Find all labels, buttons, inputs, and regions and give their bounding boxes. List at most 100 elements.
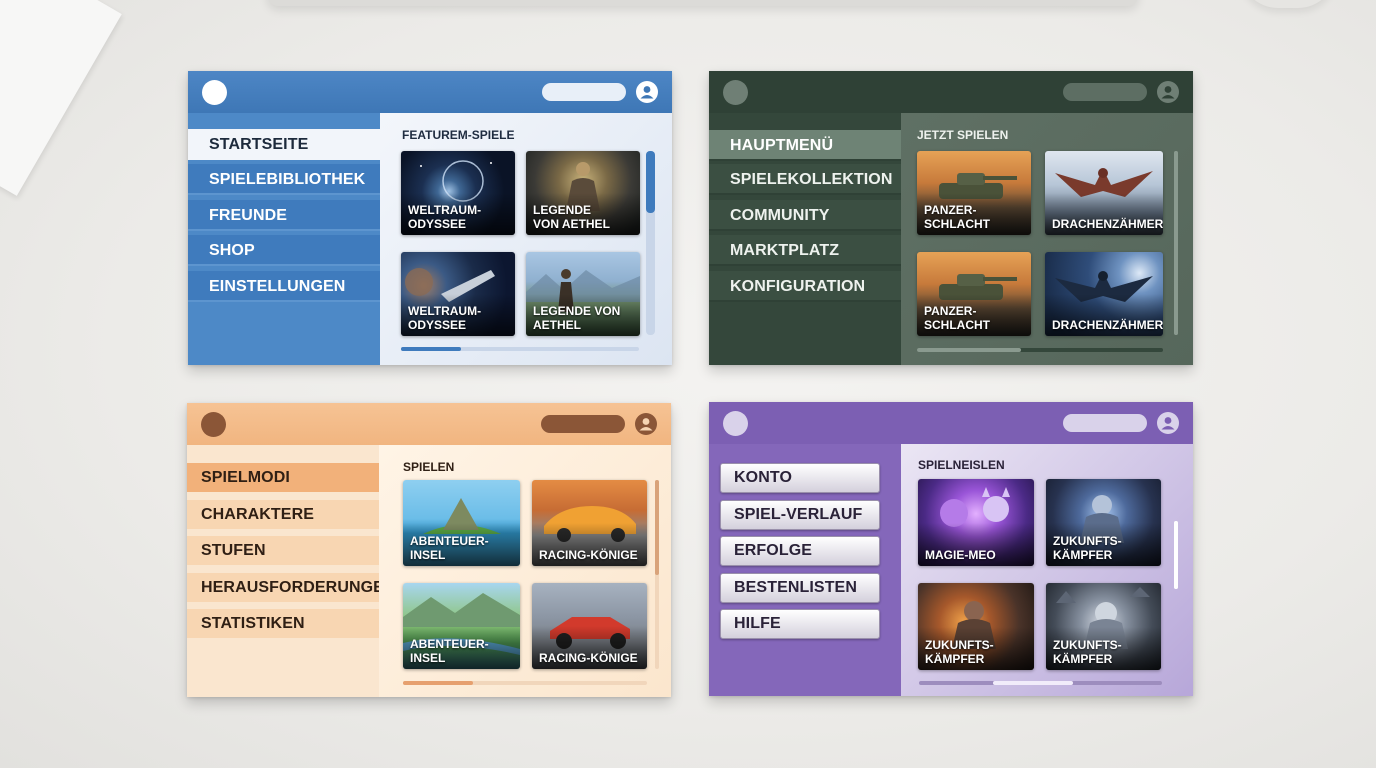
menu-item-bestenlisten[interactable]: BESTENLISTEN — [720, 573, 880, 603]
game-tile-label: ZUKUNFTS- KÄMPFER — [1053, 534, 1122, 562]
game-tile[interactable]: LEGENDE VON AETHEL — [526, 151, 640, 235]
menu-item-hauptmenue[interactable]: HAUPTMENÜ — [709, 130, 901, 161]
game-tile-label: ZUKUNFTS- KÄMPFER — [1053, 638, 1122, 666]
game-tile[interactable]: ZUKUNFTS- KÄMPFER — [918, 583, 1034, 670]
game-tile-label: LEGENDE VON AETHEL — [533, 203, 610, 231]
game-grid-panel: JETZT SPIELEN PANZER- SCHLACHT DRACHENZÄ… — [901, 113, 1193, 365]
game-tile[interactable]: RACING-KÖNIGE — [532, 583, 647, 669]
logo-icon[interactable] — [723, 411, 748, 436]
game-tile-label: RACING-KÖNIGE — [539, 651, 638, 665]
user-avatar-icon[interactable] — [635, 413, 657, 435]
vertical-scrollbar[interactable] — [646, 151, 655, 335]
sidebar-menu: KONTO SPIEL-VERLAUF ERFOLGE BESTENLISTEN… — [709, 444, 901, 696]
user-avatar-icon[interactable] — [1157, 412, 1179, 434]
menu-item-stufen[interactable]: STUFEN — [187, 536, 379, 565]
menu-item-konto[interactable]: KONTO — [720, 463, 880, 493]
game-tile-label: ABENTEUER-INSEL — [410, 637, 489, 665]
top-bar — [709, 402, 1193, 444]
menu-item-spielekollektion[interactable]: SPIELEKOLLEKTION — [709, 164, 901, 195]
scrollbar-thumb[interactable] — [1174, 521, 1178, 589]
scrollbar-thumb[interactable] — [1174, 151, 1178, 335]
game-tile-label: ABENTEUER-INSEL — [410, 534, 489, 562]
game-tile-label: PANZER- SCHLACHT — [924, 203, 990, 231]
scrollbar-thumb[interactable] — [403, 681, 473, 685]
desk-mouse — [1240, 0, 1336, 8]
menu-item-spielmodi[interactable]: SPIELMODI — [187, 463, 379, 492]
search-input[interactable] — [541, 415, 625, 433]
section-title: SPIELNEISLEN — [918, 458, 1005, 472]
vertical-scrollbar[interactable] — [655, 480, 659, 669]
menu-item-statistiken[interactable]: STATISTIKEN — [187, 609, 379, 638]
game-tile[interactable]: RACING-KÖNIGE — [532, 480, 647, 566]
game-tile[interactable]: ZUKUNFTS- KÄMPFER — [1046, 583, 1161, 670]
game-tile-label: LEGENDE VON AETHEL — [533, 304, 621, 332]
game-tile[interactable]: DRACHENZÄHMER — [1045, 252, 1163, 336]
peach-game-launcher-card: SPIELMODI CHARAKTERE STUFEN HERAUSFORDER… — [187, 403, 671, 697]
desk-keyboard — [268, 0, 1138, 6]
game-tile-label: DRACHENZÄHMER — [1052, 318, 1163, 332]
menu-item-spielebibliothek[interactable]: SPIELEBIBLIOTHEK — [188, 164, 380, 195]
purple-game-launcher-card: KONTO SPIEL-VERLAUF ERFOLGE BESTENLISTEN… — [709, 402, 1193, 696]
sidebar-menu: SPIELMODI CHARAKTERE STUFEN HERAUSFORDER… — [187, 445, 396, 697]
game-tile-label: WELTRAUM- ODYSSEE — [408, 203, 482, 231]
user-avatar-icon[interactable] — [636, 81, 658, 103]
scrollbar-thumb[interactable] — [993, 681, 1073, 685]
top-bar — [709, 71, 1193, 113]
section-title: FEATUREM-SPIELE — [402, 128, 515, 142]
logo-icon[interactable] — [202, 80, 227, 105]
game-tile[interactable]: LEGENDE VON AETHEL — [526, 252, 640, 336]
search-input[interactable] — [1063, 414, 1147, 432]
section-title: SPIELEN — [403, 460, 455, 474]
menu-item-erfolge[interactable]: ERFOLGE — [720, 536, 880, 566]
game-tile[interactable]: PANZER- SCHLACHT — [917, 252, 1031, 336]
game-tile[interactable]: WELTRAUM- ODYSSEE — [401, 252, 515, 336]
menu-item-konfiguration[interactable]: KONFIGURATION — [709, 271, 901, 302]
game-tile[interactable]: WELTRAUM- ODYSSEE — [401, 151, 515, 235]
game-tile[interactable]: MAGIE-MEO — [918, 479, 1034, 566]
game-tile-label: PANZER- SCHLACHT — [924, 304, 990, 332]
menu-item-startseite[interactable]: STARTSEITE — [188, 129, 380, 160]
top-bar — [188, 71, 672, 113]
horizontal-scrollbar[interactable] — [401, 347, 639, 351]
logo-icon[interactable] — [723, 80, 748, 105]
vertical-scrollbar[interactable] — [1174, 151, 1178, 335]
game-tile-label: ZUKUNFTS- KÄMPFER — [925, 638, 994, 666]
scrollbar-thumb[interactable] — [655, 480, 659, 575]
menu-item-hilfe[interactable]: HILFE — [720, 609, 880, 639]
game-tile[interactable]: DRACHENZÄHMER — [1045, 151, 1163, 235]
menu-item-charaktere[interactable]: CHARAKTERE — [187, 500, 379, 529]
search-input[interactable] — [1063, 83, 1147, 101]
sidebar-menu: HAUPTMENÜ SPIELEKOLLEKTION COMMUNITY MAR… — [709, 113, 901, 365]
game-tile[interactable]: ABENTEUER-INSEL — [403, 583, 520, 669]
desk-paper — [0, 0, 122, 196]
menu-item-community[interactable]: COMMUNITY — [709, 200, 901, 231]
menu-item-spiel-verlauf[interactable]: SPIEL-VERLAUF — [720, 500, 880, 530]
menu-item-freunde[interactable]: FREUNDE — [188, 200, 380, 231]
scrollbar-thumb[interactable] — [401, 347, 461, 351]
menu-item-marktplatz[interactable]: MARKTPLATZ — [709, 235, 901, 266]
section-title: JETZT SPIELEN — [917, 128, 1009, 142]
menu-item-shop[interactable]: SHOP — [188, 235, 380, 266]
game-tile-label: WELTRAUM- ODYSSEE — [408, 304, 482, 332]
blue-game-launcher-card: STARTSEITE SPIELEBIBLIOTHEK FREUNDE SHOP… — [188, 71, 672, 365]
horizontal-scrollbar[interactable] — [919, 681, 1162, 685]
game-tile[interactable]: ABENTEUER-INSEL — [403, 480, 520, 566]
scrollbar-thumb[interactable] — [917, 348, 1021, 352]
horizontal-scrollbar[interactable] — [917, 348, 1163, 352]
search-input[interactable] — [542, 83, 626, 101]
scrollbar-thumb[interactable] — [646, 151, 655, 213]
game-grid-panel: FEATUREM-SPIELE WELTRAUM- ODYSSEE LEGEND… — [380, 113, 672, 365]
menu-item-einstellungen[interactable]: EINSTELLUNGEN — [188, 271, 380, 302]
game-tile-label: DRACHENZÄHMER — [1052, 217, 1163, 231]
sidebar-menu: STARTSEITE SPIELEBIBLIOTHEK FREUNDE SHOP… — [188, 113, 380, 365]
game-grid-panel: SPIELNEISLEN MAGIE-MEO ZUKUNFTS- KÄMPFER… — [901, 444, 1193, 696]
menu-item-herausforderungen[interactable]: HERAUSFORDERUNGEN — [187, 573, 396, 602]
vertical-scrollbar[interactable] — [1174, 521, 1178, 589]
game-tile[interactable]: PANZER- SCHLACHT — [917, 151, 1031, 235]
game-tile[interactable]: ZUKUNFTS- KÄMPFER — [1046, 479, 1161, 566]
logo-icon[interactable] — [201, 412, 226, 437]
game-grid-panel: SPIELEN ABENTEUER-INSEL RACING-KÖNIGE AB… — [379, 445, 671, 697]
user-avatar-icon[interactable] — [1157, 81, 1179, 103]
top-bar — [187, 403, 671, 445]
horizontal-scrollbar[interactable] — [403, 681, 647, 685]
